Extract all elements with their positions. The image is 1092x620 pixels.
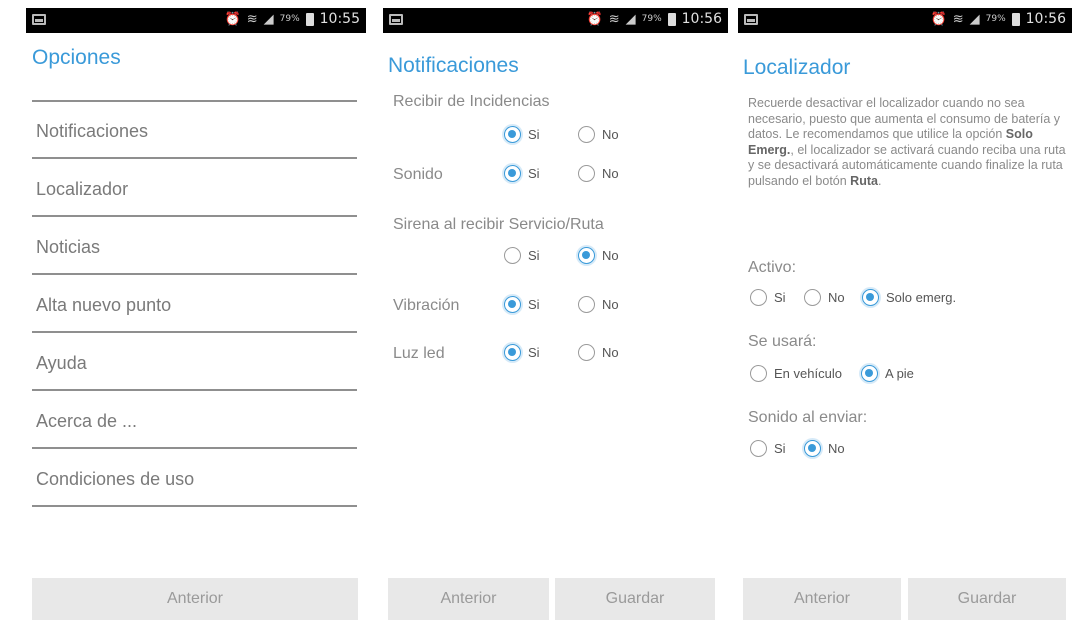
status-bar: ⏰ ≋ ◢ 79% 10:56	[383, 8, 728, 33]
status-bar: ⏰ ≋ ◢ 79% 10:55	[26, 8, 366, 33]
radio-unchecked-icon	[750, 440, 767, 457]
divider	[32, 157, 357, 159]
incidencias-si-radio[interactable]: Si	[504, 126, 540, 143]
radio-unchecked-icon	[804, 289, 821, 306]
vibracion-label: Vibración	[393, 297, 460, 314]
battery-icon	[667, 12, 676, 26]
gallery-notification-icon	[32, 14, 46, 25]
page-title: Localizador	[743, 56, 851, 79]
activo-solo-emerg-radio[interactable]: Solo emerg.	[862, 289, 956, 306]
divider	[32, 100, 357, 102]
vibracion-no-radio[interactable]: No	[578, 296, 619, 313]
divider	[32, 273, 357, 275]
radio-unchecked-icon	[578, 126, 595, 143]
alarm-icon: ⏰	[586, 11, 603, 27]
divider	[32, 389, 357, 391]
wifi-icon: ≋	[608, 11, 620, 27]
radio-checked-icon	[504, 296, 521, 313]
radio-checked-icon	[862, 289, 879, 306]
menu-item-localizador[interactable]: Localizador	[36, 179, 128, 200]
menu-item-noticias[interactable]: Noticias	[36, 237, 100, 258]
radio-unchecked-icon	[578, 344, 595, 361]
menu-item-alta-nuevo-punto[interactable]: Alta nuevo punto	[36, 295, 171, 316]
radio-unchecked-icon	[578, 296, 595, 313]
notifications-screen: ⏰ ≋ ◢ 79% 10:56 Notificaciones Recibir d…	[383, 0, 728, 620]
sonido-no-radio[interactable]: No	[578, 165, 619, 182]
gallery-notification-icon	[744, 14, 758, 25]
wifi-icon: ≋	[246, 11, 258, 27]
usara-pie-radio[interactable]: A pie	[861, 365, 914, 382]
clock: 10:56	[1025, 11, 1066, 27]
luz-no-radio[interactable]: No	[578, 344, 619, 361]
sirena-no-radio[interactable]: No	[578, 247, 619, 264]
usara-label: Se usará:	[748, 333, 817, 350]
clock: 10:55	[319, 11, 360, 27]
radio-unchecked-icon	[504, 247, 521, 264]
activo-label: Activo:	[748, 259, 797, 276]
activo-no-radio[interactable]: No	[804, 289, 845, 306]
sonido-label: Sonido	[393, 166, 443, 183]
radio-checked-icon	[861, 365, 878, 382]
divider	[32, 447, 357, 449]
anterior-button[interactable]: Anterior	[32, 578, 358, 620]
radio-checked-icon	[578, 247, 595, 264]
page-title: Opciones	[32, 46, 121, 69]
radio-unchecked-icon	[578, 165, 595, 182]
alarm-icon: ⏰	[930, 11, 947, 27]
menu-item-notificaciones[interactable]: Notificaciones	[36, 121, 148, 142]
signal-icon: ◢	[625, 11, 636, 27]
sonido-si-radio[interactable]: Si	[504, 165, 540, 182]
sonido-si-radio[interactable]: Si	[750, 440, 786, 457]
battery-percent: 79%	[641, 14, 662, 24]
sonido-no-radio[interactable]: No	[804, 440, 845, 457]
battery-percent: 79%	[279, 14, 300, 24]
localizador-screen: ⏰ ≋ ◢ 79% 10:56 Localizador Recuerde des…	[738, 0, 1072, 620]
vibracion-si-radio[interactable]: Si	[504, 296, 540, 313]
clock: 10:56	[681, 11, 722, 27]
anterior-button[interactable]: Anterior	[743, 578, 901, 620]
signal-icon: ◢	[969, 11, 980, 27]
luz-led-label: Luz led	[393, 345, 445, 362]
battery-icon	[1011, 12, 1020, 26]
signal-icon: ◢	[263, 11, 274, 27]
battery-percent: 79%	[985, 14, 1006, 24]
radio-unchecked-icon	[750, 289, 767, 306]
status-bar: ⏰ ≋ ◢ 79% 10:56	[738, 8, 1072, 33]
sirena-si-radio[interactable]: Si	[504, 247, 540, 264]
radio-unchecked-icon	[750, 365, 767, 382]
guardar-button[interactable]: Guardar	[908, 578, 1066, 620]
radio-checked-icon	[504, 344, 521, 361]
usara-vehiculo-radio[interactable]: En vehículo	[750, 365, 842, 382]
incidencias-no-radio[interactable]: No	[578, 126, 619, 143]
sonido-enviar-label: Sonido al enviar:	[748, 409, 868, 426]
info-paragraph: Recuerde desactivar el localizador cuand…	[748, 96, 1066, 188]
menu-item-acerca-de[interactable]: Acerca de ...	[36, 411, 137, 432]
radio-checked-icon	[504, 165, 521, 182]
radio-checked-icon	[504, 126, 521, 143]
menu-item-ayuda[interactable]: Ayuda	[36, 353, 87, 374]
divider	[32, 331, 357, 333]
divider	[32, 215, 357, 217]
anterior-button[interactable]: Anterior	[388, 578, 549, 620]
battery-icon	[305, 12, 314, 26]
incidencias-label: Recibir de Incidencias	[393, 93, 550, 110]
sirena-label: Sirena al recibir Servicio/Ruta	[393, 216, 604, 233]
wifi-icon: ≋	[952, 11, 964, 27]
gallery-notification-icon	[389, 14, 403, 25]
activo-si-radio[interactable]: Si	[750, 289, 786, 306]
luz-si-radio[interactable]: Si	[504, 344, 540, 361]
options-screen: ⏰ ≋ ◢ 79% 10:55 Opciones Notificaciones …	[26, 0, 366, 620]
radio-checked-icon	[804, 440, 821, 457]
page-title: Notificaciones	[388, 54, 519, 77]
alarm-icon: ⏰	[224, 11, 241, 27]
divider	[32, 505, 357, 507]
guardar-button[interactable]: Guardar	[555, 578, 715, 620]
menu-item-condiciones-de-uso[interactable]: Condiciones de uso	[36, 469, 194, 490]
